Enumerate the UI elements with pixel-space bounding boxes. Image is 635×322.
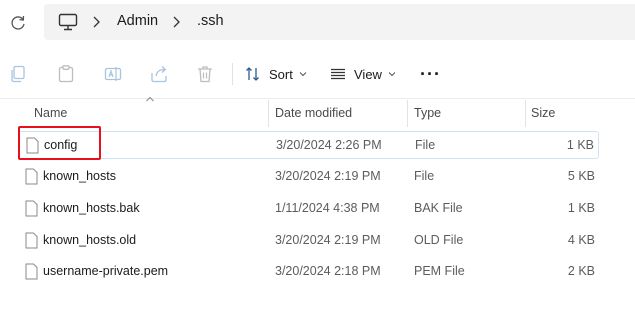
paste-icon[interactable]	[56, 64, 76, 84]
this-pc-icon[interactable]	[58, 13, 78, 31]
address-bar: Admin .ssh	[0, 0, 635, 46]
file-row[interactable]: known_hosts 3/20/2024 2:19 PM File 5 KB	[18, 163, 599, 191]
column-divider[interactable]	[268, 100, 269, 127]
file-type: BAK File	[414, 201, 463, 215]
copy-icon[interactable]	[8, 64, 28, 84]
header-divider	[0, 98, 635, 99]
sort-label: Sort	[269, 66, 293, 82]
file-date: 3/20/2024 2:19 PM	[275, 233, 381, 247]
file-size: 1 KB	[567, 201, 595, 215]
breadcrumb-admin[interactable]: Admin	[117, 13, 158, 29]
file-date: 3/20/2024 2:18 PM	[275, 264, 381, 278]
column-header-name[interactable]: Name	[34, 106, 67, 120]
file-row[interactable]: known_hosts.bak 1/11/2024 4:38 PM BAK Fi…	[18, 195, 599, 223]
file-type: File	[414, 169, 435, 183]
file-name: username-private.pem	[43, 264, 169, 278]
file-date: 3/20/2024 2:19 PM	[275, 169, 381, 183]
file-row[interactable]: config 3/20/2024 2:26 PM File 1 KB	[18, 131, 599, 159]
view-button[interactable]: View	[330, 62, 396, 86]
file-size: 2 KB	[567, 264, 595, 278]
file-type: File	[415, 138, 436, 152]
file-icon	[25, 232, 38, 249]
file-size: 5 KB	[567, 169, 595, 183]
refresh-icon[interactable]	[8, 13, 28, 33]
file-type: OLD File	[414, 233, 464, 247]
column-divider[interactable]	[407, 100, 408, 127]
file-row[interactable]: known_hosts.old 3/20/2024 2:19 PM OLD Fi…	[18, 227, 599, 255]
file-icon	[25, 200, 38, 217]
share-icon[interactable]	[149, 64, 169, 84]
file-date: 1/11/2024 4:38 PM	[275, 201, 380, 215]
file-row[interactable]: username-private.pem 3/20/2024 2:18 PM P…	[18, 258, 599, 286]
delete-icon[interactable]	[195, 64, 215, 84]
file-name: known_hosts.bak	[43, 201, 140, 215]
file-name: known_hosts.old	[43, 233, 137, 247]
chevron-right-icon[interactable]	[91, 14, 101, 30]
file-size: 1 KB	[566, 138, 594, 152]
highlight-annotation	[18, 126, 101, 160]
file-date: 3/20/2024 2:26 PM	[276, 138, 382, 152]
sort-icon	[246, 67, 259, 81]
view-icon	[331, 68, 345, 80]
chevron-right-icon[interactable]	[171, 14, 181, 30]
sort-button[interactable]: Sort	[245, 62, 307, 86]
column-header-type[interactable]: Type	[414, 106, 441, 120]
toolbar-separator	[232, 63, 233, 85]
column-header-date[interactable]: Date modified	[275, 106, 352, 120]
file-icon	[25, 168, 38, 185]
sort-caret-icon	[146, 96, 154, 102]
rename-icon[interactable]	[103, 64, 123, 84]
file-name: known_hosts	[43, 169, 116, 183]
file-icon	[25, 263, 38, 280]
more-options-button[interactable]: ···	[420, 62, 441, 86]
file-type: PEM File	[414, 264, 465, 278]
view-label: View	[354, 66, 382, 82]
command-bar: Sort View ···	[0, 52, 635, 96]
file-size: 4 KB	[567, 233, 595, 247]
chevron-down-icon	[388, 72, 396, 77]
chevron-down-icon	[299, 72, 307, 77]
column-divider[interactable]	[525, 100, 526, 127]
column-header-size[interactable]: Size	[531, 106, 555, 120]
breadcrumb-ssh[interactable]: .ssh	[197, 13, 224, 29]
